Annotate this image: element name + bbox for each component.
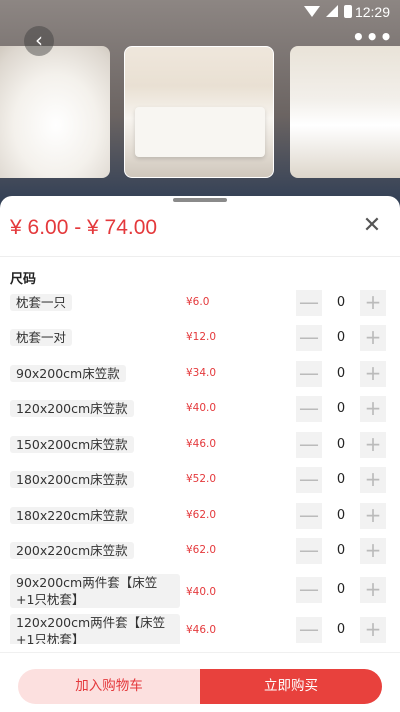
option-price: ¥40.0: [186, 586, 217, 598]
quantity-stepper: — 0 +: [296, 396, 386, 422]
option-label[interactable]: 120x200cm床笠款: [10, 400, 134, 417]
quantity-value[interactable]: 0: [322, 577, 360, 603]
option-price: ¥46.0: [186, 438, 217, 450]
product-image-1[interactable]: [0, 46, 110, 178]
battery-icon: [344, 5, 352, 18]
wifi-icon: [304, 6, 320, 17]
increase-button[interactable]: +: [360, 396, 386, 422]
option-label[interactable]: 200x220cm床笠款: [10, 542, 134, 559]
product-image-3[interactable]: [290, 46, 400, 178]
status-time: 12:29: [354, 4, 390, 20]
option-price: ¥62.0: [186, 544, 217, 556]
decrease-button[interactable]: —: [296, 503, 322, 529]
chevron-left-icon: ‹: [35, 28, 43, 52]
close-icon: ✕: [362, 213, 382, 238]
decrease-button[interactable]: —: [296, 617, 322, 643]
option-price: ¥46.0: [186, 624, 217, 636]
quantity-value[interactable]: 0: [322, 538, 360, 564]
quantity-stepper: — 0 +: [296, 577, 386, 603]
quantity-value[interactable]: 0: [322, 290, 360, 316]
quantity-value[interactable]: 0: [322, 361, 360, 387]
status-bar: 12:29: [0, 0, 400, 24]
close-button[interactable]: ✕: [360, 214, 384, 238]
signal-icon: [326, 5, 338, 17]
option-label[interactable]: 180x220cm床笠款: [10, 507, 134, 524]
decrease-button[interactable]: —: [296, 361, 322, 387]
decrease-button[interactable]: —: [296, 396, 322, 422]
option-price: ¥6.0: [186, 296, 210, 308]
back-button[interactable]: ‹: [24, 26, 54, 56]
buy-now-button[interactable]: 立即购买: [200, 669, 382, 704]
quantity-stepper: — 0 +: [296, 617, 386, 643]
quantity-stepper: — 0 +: [296, 467, 386, 493]
increase-button[interactable]: +: [360, 290, 386, 316]
decrease-button[interactable]: —: [296, 325, 322, 351]
option-list: 枕套一只 ¥6.0 — 0 + 枕套一对 ¥12.0 — 0 + 90x200c…: [0, 288, 400, 644]
option-label[interactable]: 枕套一对: [10, 329, 73, 346]
sheet-drag-handle[interactable]: [173, 198, 227, 202]
decrease-button[interactable]: —: [296, 290, 322, 316]
quantity-value[interactable]: 0: [322, 396, 360, 422]
product-image-2[interactable]: [124, 46, 274, 178]
increase-button[interactable]: +: [360, 538, 386, 564]
decrease-button[interactable]: —: [296, 577, 322, 603]
increase-button[interactable]: +: [360, 467, 386, 493]
option-price: ¥12.0: [186, 331, 217, 343]
increase-button[interactable]: +: [360, 617, 386, 643]
more-button[interactable]: •••: [352, 27, 392, 54]
price-range: ¥ 6.00 - ¥ 74.00: [10, 216, 158, 239]
option-price: ¥52.0: [186, 473, 217, 485]
option-label[interactable]: 90x200cm床笠款: [10, 365, 126, 382]
increase-button[interactable]: +: [360, 361, 386, 387]
quantity-stepper: — 0 +: [296, 361, 386, 387]
option-price: ¥40.0: [186, 402, 217, 414]
product-gallery-background: 12:29 ‹ •••: [0, 0, 400, 210]
option-label[interactable]: 90x200cm两件套【床笠+1只枕套】: [10, 574, 180, 608]
increase-button[interactable]: +: [360, 577, 386, 603]
option-label[interactable]: 枕套一只: [10, 294, 73, 311]
quantity-stepper: — 0 +: [296, 503, 386, 529]
option-price: ¥34.0: [186, 367, 217, 379]
increase-button[interactable]: +: [360, 503, 386, 529]
increase-button[interactable]: +: [360, 325, 386, 351]
quantity-stepper: — 0 +: [296, 538, 386, 564]
option-label[interactable]: 180x200cm床笠款: [10, 471, 134, 488]
quantity-value[interactable]: 0: [322, 325, 360, 351]
add-to-cart-button[interactable]: 加入购物车: [18, 669, 200, 704]
option-label[interactable]: 150x200cm床笠款: [10, 436, 134, 453]
decrease-button[interactable]: —: [296, 467, 322, 493]
option-price: ¥62.0: [186, 509, 217, 521]
section-title-size: 尺码: [10, 272, 37, 287]
increase-button[interactable]: +: [360, 432, 386, 458]
quantity-value[interactable]: 0: [322, 467, 360, 493]
decrease-button[interactable]: —: [296, 538, 322, 564]
more-dots-icon: •••: [352, 25, 394, 49]
sku-selection-sheet: ¥ 6.00 - ¥ 74.00 ✕ 尺码 枕套一只 ¥6.0 — 0 + 枕套…: [0, 196, 400, 712]
quantity-stepper: — 0 +: [296, 325, 386, 351]
quantity-stepper: — 0 +: [296, 432, 386, 458]
option-label[interactable]: 120x200cm两件套【床笠+1只枕套】: [10, 614, 180, 644]
quantity-value[interactable]: 0: [322, 432, 360, 458]
quantity-value[interactable]: 0: [322, 503, 360, 529]
bottom-action-bar: 加入购物车 立即购买: [0, 652, 400, 712]
quantity-stepper: — 0 +: [296, 290, 386, 316]
divider: [0, 256, 400, 257]
quantity-value[interactable]: 0: [322, 617, 360, 643]
decrease-button[interactable]: —: [296, 432, 322, 458]
